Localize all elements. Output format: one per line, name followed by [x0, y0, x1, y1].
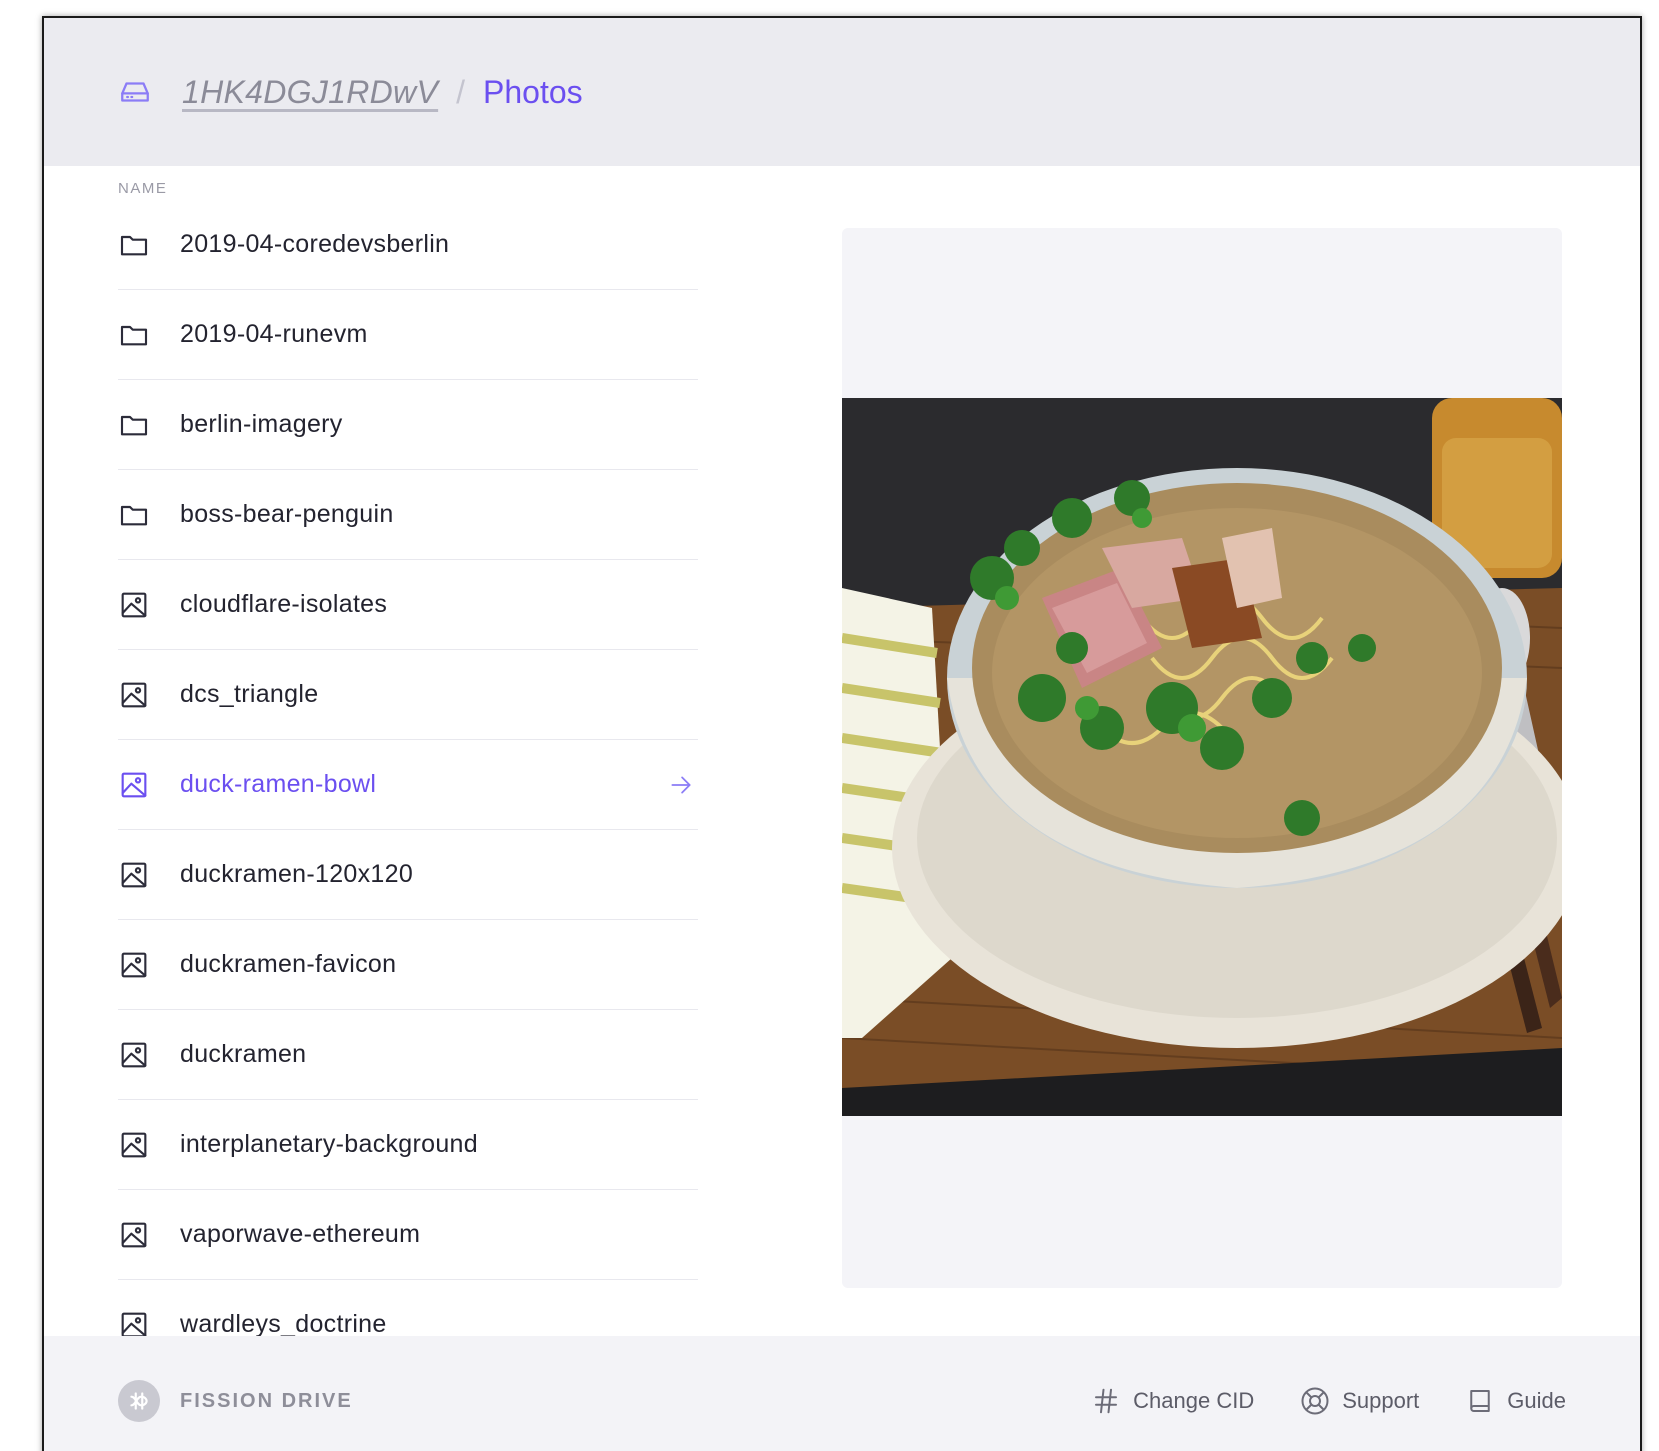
image-icon — [118, 859, 150, 891]
brand[interactable]: FISSION DRIVE — [118, 1380, 353, 1422]
image-icon — [118, 1039, 150, 1071]
image-icon — [118, 1219, 150, 1251]
breadcrumb-separator: / — [456, 73, 466, 110]
file-name: berlin-imagery — [180, 410, 343, 438]
image-icon — [118, 1309, 150, 1336]
hard-drive-icon[interactable] — [118, 75, 152, 109]
change-cid-label: Change CID — [1133, 1388, 1255, 1413]
file-row[interactable]: duck-ramen-bowl — [118, 740, 698, 830]
brand-name: FISSION DRIVE — [180, 1389, 353, 1412]
image-icon — [118, 679, 150, 711]
folder-icon — [118, 319, 150, 351]
arrow-right-icon[interactable] — [668, 772, 694, 798]
file-row[interactable]: duckramen — [118, 1010, 698, 1100]
breadcrumb-root-cid[interactable]: 1HK4DGJ1RDwV — [182, 74, 438, 111]
file-name: duckramen-120x120 — [180, 860, 414, 888]
support-label: Support — [1342, 1388, 1420, 1413]
change-cid-link[interactable]: Change CID — [1091, 1386, 1254, 1416]
file-rows: 2019-04-coredevsberlin 2019-04-runevm berl… — [118, 200, 698, 1336]
header-bar: 1HK4DGJ1RDwV / Photos — [44, 18, 1640, 166]
breadcrumb-current-folder[interactable]: Photos — [483, 74, 583, 111]
footer-links: Change CID Support Guide — [1045, 1386, 1566, 1416]
image-preview-panel — [842, 228, 1562, 1288]
file-row[interactable]: interplanetary-background — [118, 1100, 698, 1190]
folder-icon — [118, 229, 150, 261]
hash-icon — [1095, 1388, 1118, 1414]
image-icon — [118, 949, 150, 981]
column-header-name[interactable]: NAME — [118, 180, 698, 200]
fission-logo-icon — [118, 1380, 160, 1422]
file-row[interactable]: vaporwave-ethereum — [118, 1190, 698, 1280]
file-name: 2019-04-coredevsberlin — [180, 230, 450, 258]
file-listing: NAME 2019-04-coredevsberlin 2019-04-runev… — [118, 166, 698, 1336]
support-link[interactable]: Support — [1300, 1386, 1419, 1416]
file-name: vaporwave-ethereum — [180, 1220, 421, 1248]
file-name: duckramen-favicon — [180, 950, 397, 978]
footer-bar: FISSION DRIVE Change CID Support Guide — [44, 1336, 1640, 1451]
preview-photo — [842, 398, 1562, 1116]
file-row[interactable]: wardleys_doctrine — [118, 1280, 698, 1336]
image-icon — [118, 1129, 150, 1161]
file-name: cloudflare-isolates — [180, 590, 388, 618]
file-name: boss-bear-penguin — [180, 500, 394, 528]
file-row[interactable]: cloudflare-isolates — [118, 560, 698, 650]
file-name: interplanetary-background — [180, 1130, 478, 1158]
file-name: dcs_triangle — [180, 680, 319, 708]
file-name: 2019-04-runevm — [180, 320, 368, 348]
file-row[interactable]: duckramen-favicon — [118, 920, 698, 1010]
file-row[interactable]: 2019-04-coredevsberlin — [118, 200, 698, 290]
file-row[interactable]: berlin-imagery — [118, 380, 698, 470]
guide-label: Guide — [1507, 1388, 1566, 1413]
image-icon — [118, 769, 150, 801]
book-icon — [1470, 1390, 1491, 1412]
folder-icon — [118, 409, 150, 441]
folder-icon — [118, 499, 150, 531]
file-row[interactable]: duckramen-120x120 — [118, 830, 698, 920]
file-name: duckramen — [180, 1040, 307, 1068]
file-row[interactable]: dcs_triangle — [118, 650, 698, 740]
file-name: wardleys_doctrine — [180, 1310, 387, 1336]
file-name: duck-ramen-bowl — [180, 770, 377, 798]
guide-link[interactable]: Guide — [1465, 1386, 1566, 1416]
app-window: 1HK4DGJ1RDwV / Photos NAME 2019-04-cored… — [42, 16, 1642, 1451]
life-buoy-icon — [1301, 1387, 1329, 1415]
file-row[interactable]: 2019-04-runevm — [118, 290, 698, 380]
file-row[interactable]: boss-bear-penguin — [118, 470, 698, 560]
image-icon — [118, 589, 150, 621]
